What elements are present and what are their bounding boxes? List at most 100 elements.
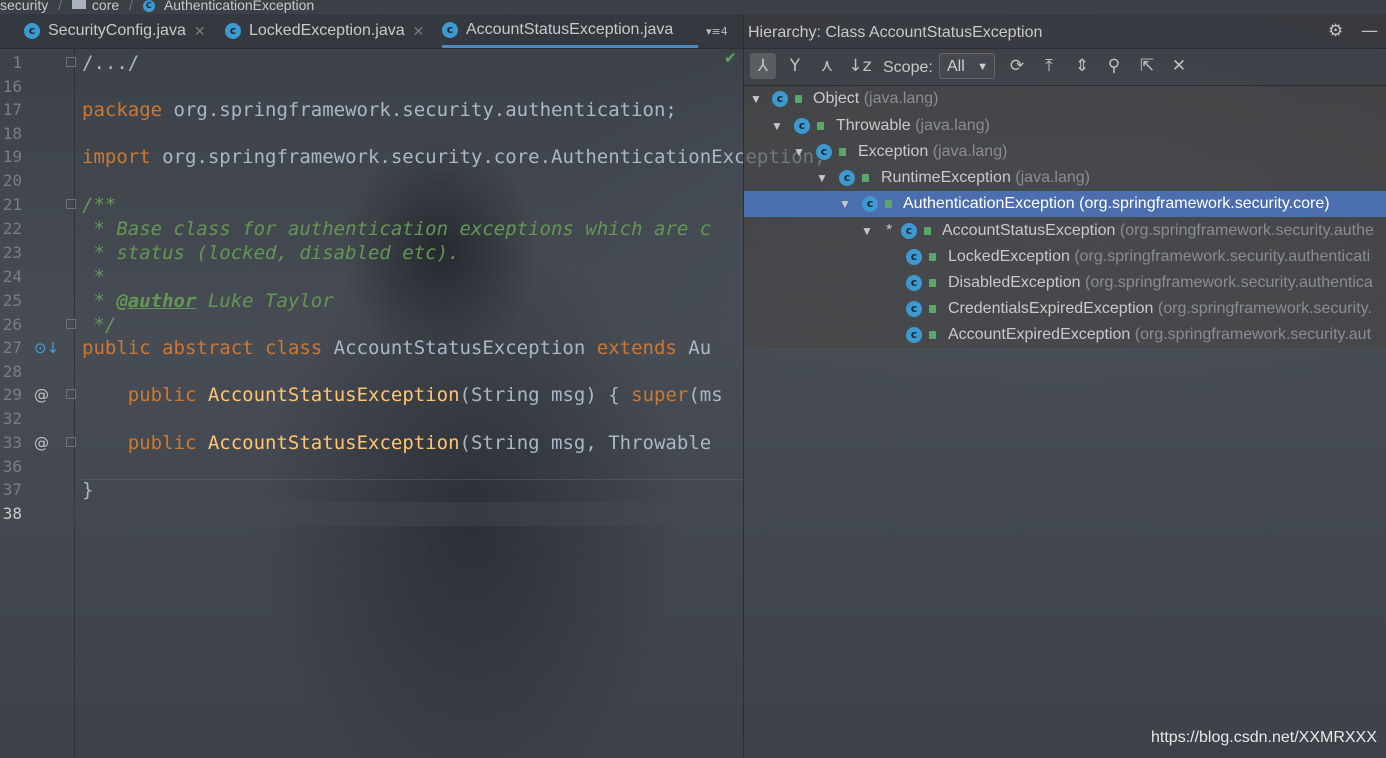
line-number: 38 [2,504,22,523]
fold-icon[interactable] [66,57,76,67]
line-number: 21 [2,195,22,214]
node-label: DisabledException (org.springframework.s… [948,274,1373,291]
tree-node-accountexpiredexception[interactable]: c AccountExpiredException (org.springfra… [744,322,1386,348]
public-access-icon [839,148,846,156]
code-line: 21 /** [0,193,743,217]
public-access-icon [929,305,936,313]
public-access-icon [929,279,936,287]
expand-all-button[interactable]: ⇕ [1069,53,1095,79]
tab-overflow-button[interactable]: ▾≡ 4 [706,14,728,48]
annotation-icon[interactable]: @ [34,431,49,455]
expand-triangle-icon[interactable]: ▼ [793,139,805,165]
node-label: RuntimeException (java.lang) [881,169,1090,186]
breadcrumb-item-security[interactable]: security [0,0,48,13]
close-button[interactable]: ✕ [1166,53,1192,79]
code-line: 33 @ public AccountStatusException(Strin… [0,431,743,455]
subtypes-icon: ⋏ [820,56,834,76]
implemented-icon[interactable]: ⊙↓ [34,336,59,360]
code-line: 36 [0,455,743,479]
sort-button[interactable]: ↓z [847,53,873,79]
pin-button[interactable]: ⚲ [1101,53,1127,79]
gear-icon[interactable]: ⚙ [1328,21,1343,41]
subtypes-button[interactable]: ⋏ [814,53,840,79]
supertypes-button[interactable]: Y [782,53,808,79]
code-line: 29 @ public AccountStatusException(Strin… [0,383,743,407]
class-icon: c [839,170,855,186]
line-number: 33 [2,433,22,452]
tree-node-object[interactable]: ▼ c Object (java.lang) [744,86,1386,112]
line-number: 20 [2,171,22,190]
line-number: 22 [2,219,22,238]
tree-node-authenticationexception[interactable]: ▼ c AuthenticationException (org.springf… [744,191,1386,217]
hierarchy-panel: Hierarchy: Class AccountStatusException … [743,14,1386,758]
supertypes-icon: Y [789,56,801,76]
code-text: public AccountStatusException(String msg… [127,432,712,454]
tree-node-lockedexception[interactable]: c LockedException (org.springframework.s… [744,244,1386,270]
export-button[interactable]: ⤒ [1036,53,1062,79]
line-number: 1 [12,53,22,72]
scope-dropdown[interactable]: All ▼ [939,53,995,79]
node-label: Object (java.lang) [813,90,939,107]
close-icon[interactable]: ✕ [413,23,425,40]
line-number: 28 [2,362,22,381]
open-in-window-button[interactable]: ⇱ [1134,53,1160,79]
tree-node-credentialsexpiredexception[interactable]: c CredentialsExpiredException (org.sprin… [744,296,1386,322]
annotation-icon[interactable]: @ [34,383,49,407]
expand-triangle-icon[interactable]: ▼ [839,191,851,217]
expand-triangle-icon[interactable]: ▼ [861,218,873,244]
breadcrumb: security / core / C AuthenticationExcept… [0,0,743,14]
tree-node-accountstatusexception[interactable]: ▼ * c AccountStatusException (org.spring… [744,218,1386,244]
breadcrumb-item-class[interactable]: AuthenticationException [164,0,314,13]
code-line: 18 [0,122,743,146]
code-line: 27 ⊙↓ public abstract class AccountStatu… [0,336,743,360]
tree-node-runtimeexception[interactable]: ▼ c RuntimeException (java.lang) [744,165,1386,191]
tab-lockedexception[interactable]: c LockedException.java ✕ [225,14,424,48]
close-icon[interactable]: ✕ [194,23,206,40]
code-text: public AccountStatusException(String msg… [127,384,723,406]
code-text: * status (locked, disabled etc). [82,242,460,264]
tree-node-throwable[interactable]: ▼ c Throwable (java.lang) [744,113,1386,139]
minimize-icon[interactable]: — [1361,21,1378,41]
node-label: AuthenticationException (org.springframe… [903,195,1330,212]
tab-label: AccountStatusException.java [466,20,674,38]
line-number: 23 [2,243,22,262]
folder-icon [71,0,86,9]
node-label: AccountExpiredException (org.springframe… [948,326,1372,343]
line-number: 29 [2,385,22,404]
code-text: */ [82,314,117,336]
tab-label: SecurityConfig.java [48,22,186,39]
close-icon: ✕ [1171,56,1187,76]
editor-tab-bar: c SecurityConfig.java ✕ c LockedExceptio… [0,14,743,49]
code-line: 16 [0,75,743,99]
watermark-text: https://blog.csdn.net/XXMRXXX [1151,729,1377,746]
node-label: Throwable (java.lang) [836,117,990,134]
expand-triangle-icon[interactable]: ▼ [750,86,762,112]
fold-icon[interactable] [66,199,76,209]
code-text: /.../ [82,52,140,74]
line-number: 25 [2,291,22,310]
code-text: /** [82,194,117,216]
tab-accountstatusexception[interactable]: c AccountStatusException.java [442,14,698,48]
tree-node-disabledexception[interactable]: c DisabledException (org.springframework… [744,270,1386,296]
node-label: LockedException (org.springframework.sec… [948,248,1371,265]
code-line: 32 [0,407,743,431]
fold-icon[interactable] [66,319,76,329]
node-label: Exception (java.lang) [858,143,1008,160]
public-access-icon [929,331,936,339]
expand-triangle-icon[interactable]: ▼ [816,165,828,191]
hierarchy-toolbar: ⅄ Y ⋏ ↓z Scope: All ▼ ⟳ ⤒ ⇕ ⚲ ⇱ ✕ [744,49,1386,86]
breadcrumb-item-core[interactable]: core [92,0,119,13]
class-icon: C [142,0,155,12]
node-label: CredentialsExpiredException (org.springf… [948,300,1372,317]
line-number: 26 [2,315,22,334]
abstract-class-icon: c [901,223,917,239]
refresh-button[interactable]: ⟳ [1004,53,1030,79]
code-text: * @author Luke Taylor [82,290,334,312]
fold-icon[interactable] [66,389,76,399]
code-editor[interactable]: ✔ 1 /.../ 16 17 package org.springframew… [0,49,826,758]
type-hierarchy-button[interactable]: ⅄ [750,53,776,79]
expand-triangle-icon[interactable]: ▼ [771,113,783,139]
fold-icon[interactable] [66,437,76,447]
tree-node-exception[interactable]: ▼ c Exception (java.lang) [744,139,1386,165]
tab-securityconfig[interactable]: c SecurityConfig.java ✕ [24,14,206,48]
